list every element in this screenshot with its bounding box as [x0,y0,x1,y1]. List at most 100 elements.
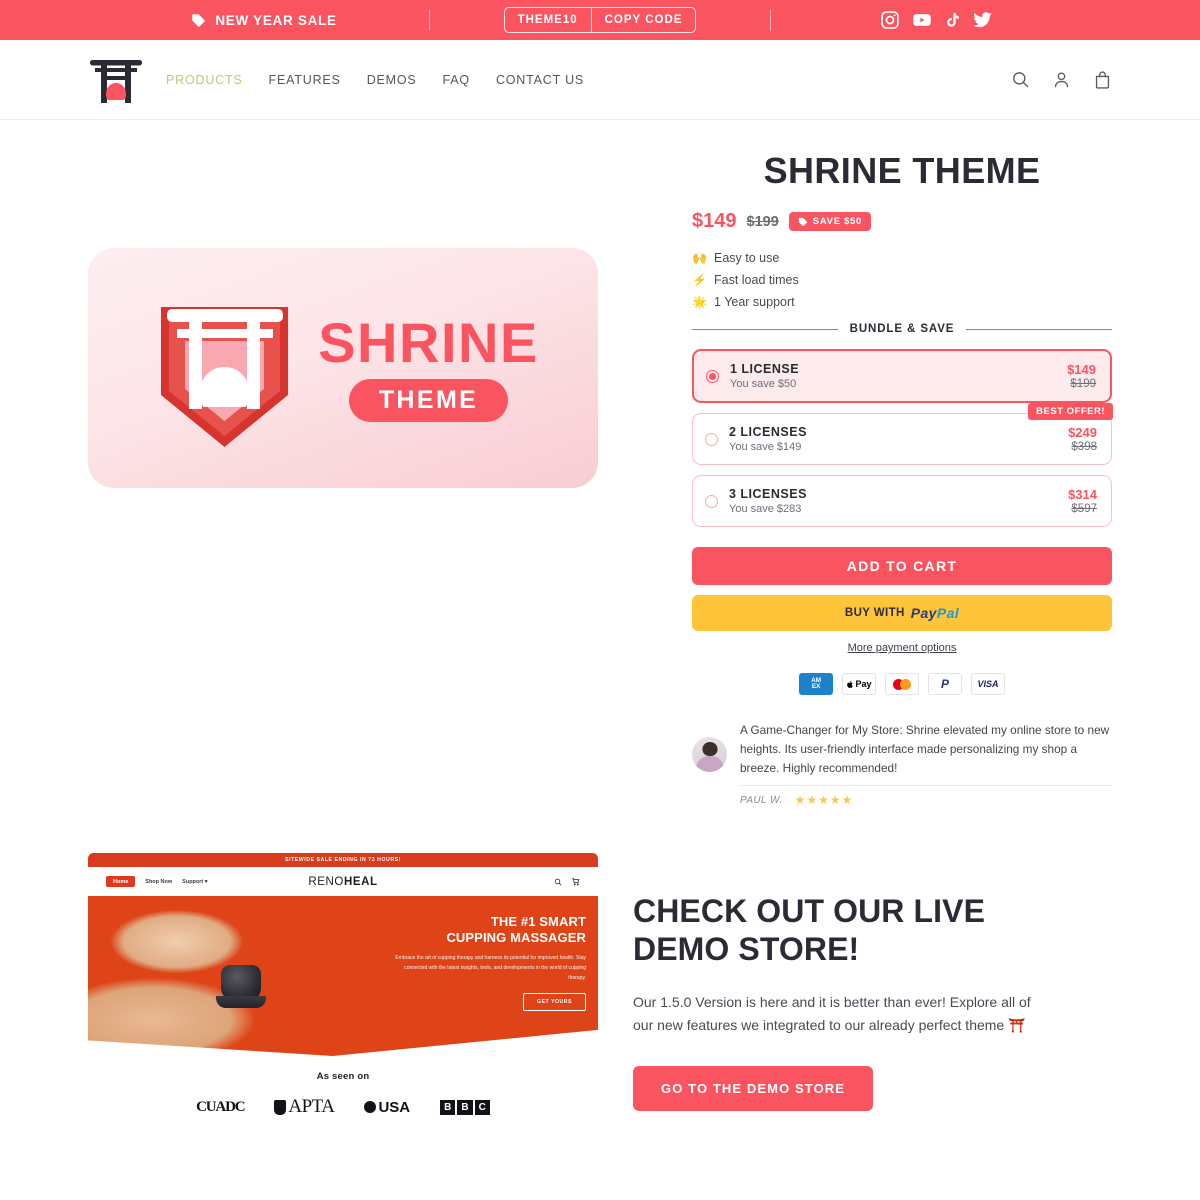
radio-button[interactable] [705,494,718,508]
buy-with-paypal-button[interactable]: BUY WITH PayPal [692,595,1112,631]
search-icon[interactable] [554,873,562,891]
star-sun-icon: 🌟 [692,295,707,309]
demo-nav-home[interactable]: Home [106,876,136,888]
bundle-option-name: 2 LICENSES [729,425,807,439]
list-item: 🙌 Easy to use [692,251,1112,265]
visa-icon: VISA [971,673,1005,695]
demo-brand-logo: RENOHEAL [308,875,378,888]
payment-methods: AM EX Pay P VISA [692,673,1112,695]
demo-title: CHECK OUT OUR LIVE DEMO STORE! [633,893,1112,969]
shrine-brand-word: SHRINE [318,310,539,374]
nav-item-contact-us[interactable]: CONTACT US [496,73,584,87]
demo-store-screenshot[interactable]: SITEWIDE SALE ENDING IN 72 HOURS! Home S… [88,853,598,1129]
demo-hero-title-line2: CUPPING MASSAGER [446,930,586,946]
announcement-bar: NEW YEAR SALE THEME10 COPY CODE [0,0,1200,40]
demo-navigation: Home Shop Now Support ▾ RENOHEAL [88,867,598,897]
torii-gate-logo[interactable] [88,54,144,106]
bundle-option-1-license[interactable]: 1 LICENSE You save $50 $149 $199 [692,349,1112,403]
shrine-brand-pill: THEME [348,378,509,422]
price-compare: $199 [746,213,779,230]
bundle-heading-label: BUNDLE & SAVE [849,323,955,335]
bundle-option-2-licenses[interactable]: BEST OFFER! 2 LICENSES You save $149 $24… [692,403,1113,465]
nav-item-features[interactable]: FEATURES [269,73,341,87]
bundle-option-3-licenses[interactable]: 3 LICENSES You save $283 $314 $597 [692,475,1112,527]
instagram-icon[interactable] [880,10,900,30]
best-offer-badge: BEST OFFER! [1028,403,1113,420]
bundle-option-compare: $398 [1071,441,1097,453]
cart-icon[interactable] [571,873,580,891]
demo-store-copy: CHECK OUT OUR LIVE DEMO STORE! Our 1.5.0… [633,853,1112,1111]
go-to-demo-store-button[interactable]: GO TO THE DEMO STORE [633,1065,874,1111]
star-rating: ★★★★★ [794,793,854,808]
price-current: $149 [692,210,737,232]
bundle-option-price: $149 [1067,362,1096,377]
nav-item-products[interactable]: PRODUCTS [166,73,243,87]
promo-code-group[interactable]: THEME10 COPY CODE [503,7,697,33]
apple-pay-icon: Pay [842,673,876,695]
avatar [692,737,727,772]
nav-item-faq[interactable]: FAQ [443,73,470,87]
search-icon[interactable] [1011,70,1030,89]
tiktok-icon[interactable] [944,10,961,30]
main-navigation: PRODUCTS FEATURES DEMOS FAQ CONTACT US [166,73,584,87]
bundle-option-save: You save $50 [730,378,797,390]
more-payment-options-link[interactable]: More payment options [692,642,1112,654]
shrine-badge-icon [147,281,302,456]
as-seen-on-title: As seen on [316,1071,370,1083]
paypal-button-prefix: BUY WITH [844,607,905,619]
product-gallery: SHRINE THEME [88,150,633,807]
add-to-cart-button[interactable]: ADD TO CART [692,547,1112,585]
demo-hero-paragraph: Embrace the art of cupping therapy and h… [395,955,586,981]
bundle-option-price: $249 [1068,425,1097,440]
press-logo-apta: APTA [274,1096,335,1118]
account-icon[interactable] [1052,70,1071,89]
demo-hero-button[interactable]: GET YOURS [523,993,586,1012]
testimonial-text: A Game-Changer for My Store: Shrine elev… [740,723,1110,776]
as-seen-on: As seen on CUADC APTA USA BBC [88,1059,598,1129]
cupping-device [215,964,266,1008]
radio-button[interactable] [706,369,719,383]
demo-title-line2: DEMO STORE! [633,931,860,968]
demo-hero-title-line1: THE #1 SMART [490,914,586,930]
divider [966,328,1112,330]
twitter-icon[interactable] [972,10,993,30]
mastercard-icon [885,673,919,695]
social-links [771,10,1101,30]
bundle-option-save: You save $283 [729,503,802,515]
radio-button[interactable] [705,432,718,446]
announcement-sale: NEW YEAR SALE [99,13,429,28]
price-row: $149 $199 SAVE $50 [692,210,1112,233]
bundle-heading: BUNDLE & SAVE [692,323,1112,335]
status-badge: SAVE $50 [788,212,872,231]
lightning-icon: ⚡ [692,273,707,287]
bundle-option-name: 3 LICENSES [729,487,807,501]
product-details: SHRINE THEME $149 $199 SAVE $50 🙌 Easy t… [692,150,1113,807]
copy-code-button[interactable]: COPY CODE [592,8,696,32]
demo-nav-support[interactable]: Support ▾ [182,879,207,885]
paypal-icon: P [928,673,962,695]
press-logo-cuadc: CUADC [196,1098,245,1115]
site-header: PRODUCTS FEATURES DEMOS FAQ CONTACT US [0,40,1200,120]
bundle-option-name: 1 LICENSE [730,362,800,376]
press-logo-bbc: BBC [440,1099,490,1115]
bullet-label: 1 Year support [714,295,795,309]
bundle-option-save: You save $149 [729,441,802,453]
youtube-icon[interactable] [911,10,933,30]
cart-icon[interactable] [1093,70,1112,90]
save-badge-label: SAVE $50 [812,216,863,227]
demo-title-line1: CHECK OUT OUR LIVE [633,893,986,930]
header-icon-group [1011,70,1112,90]
promo-code-value[interactable]: THEME10 [505,8,592,32]
product-section: SHRINE THEME SHRINE THEME $149 $199 SAVE… [0,120,1200,807]
announcement-sale-label: NEW YEAR SALE [215,12,337,28]
demo-nav-shop-now[interactable]: Shop Now [145,879,172,885]
press-logo-usa: USA [364,1099,410,1116]
amex-icon: AM EX [799,673,833,695]
nav-item-demos[interactable]: DEMOS [367,73,417,87]
shrine-theme-logo[interactable]: SHRINE THEME [88,248,598,488]
divider [692,328,838,330]
bullet-label: Easy to use [714,251,780,265]
tag-icon [191,13,206,28]
testimonial: A Game-Changer for My Store: Shrine elev… [692,721,1112,807]
bundle-options: 1 LICENSE You save $50 $149 $199 BEST OF… [692,349,1113,527]
